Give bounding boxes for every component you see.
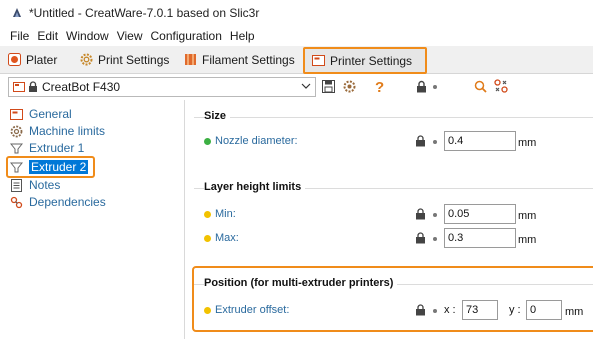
tree-item-label: Extruder 2 xyxy=(29,160,89,174)
tab-printer-settings-label: Printer Settings xyxy=(330,53,413,68)
bullet-icon[interactable] xyxy=(433,140,437,144)
app-logo-icon xyxy=(13,8,21,17)
compare-presets-icon[interactable] xyxy=(494,79,508,93)
menu-view[interactable]: View xyxy=(113,29,147,43)
status-dot xyxy=(204,137,211,145)
preset-toolbar: CreatBot F430 ? xyxy=(0,74,593,100)
tree-item-label: Dependencies xyxy=(29,195,106,209)
tab-print-settings[interactable]: Print Settings xyxy=(80,46,169,73)
save-icon[interactable] xyxy=(322,80,335,93)
menu-edit[interactable]: Edit xyxy=(33,29,62,43)
tree-item-extruder-1[interactable]: Extruder 1 xyxy=(10,140,84,156)
menu-help[interactable]: Help xyxy=(226,29,259,43)
menu-configuration[interactable]: Configuration xyxy=(147,29,226,43)
highlight-frame xyxy=(192,266,593,332)
search-icon[interactable] xyxy=(474,80,487,93)
status-dot xyxy=(204,210,211,218)
bullet-icon[interactable] xyxy=(433,213,437,217)
tab-plater-label: Plater xyxy=(26,52,58,67)
notes-icon xyxy=(11,178,22,192)
group-title: Layer height limits xyxy=(204,181,306,193)
bullet-icon[interactable] xyxy=(433,237,437,241)
printer-preset-dropdown[interactable]: CreatBot F430 xyxy=(8,77,316,97)
tree-item-label: General xyxy=(29,107,72,121)
menu-file[interactable]: File xyxy=(0,29,33,43)
lock-icon[interactable] xyxy=(416,80,427,93)
min-layer-height-input[interactable]: 0.05 xyxy=(444,204,516,224)
option-max-layer-height: Max: xyxy=(204,228,239,248)
option-label[interactable]: Min: xyxy=(215,208,236,220)
tree-item-label: Notes xyxy=(29,178,61,192)
preset-name: CreatBot F430 xyxy=(42,80,121,94)
unit-label: mm xyxy=(518,137,537,149)
group-title: Size xyxy=(204,110,231,122)
funnel-icon xyxy=(10,162,23,172)
max-layer-height-input[interactable]: 0.3 xyxy=(444,228,516,248)
filament-spool-icon xyxy=(185,54,196,65)
option-min-layer-height: Min: xyxy=(204,204,236,224)
tree-item-label: Extruder 1 xyxy=(29,141,85,155)
option-label[interactable]: Nozzle diameter: xyxy=(215,135,298,147)
settings-page-tree: General Machine limits Extruder 1 Extrud… xyxy=(0,100,185,339)
option-nozzle-diameter: Nozzle diameter: xyxy=(204,131,298,151)
tree-item-general[interactable]: General xyxy=(10,106,72,122)
tab-printer-settings[interactable]: Printer Settings xyxy=(303,47,427,74)
plater-icon xyxy=(8,53,21,66)
group-layer-height-limits: Layer height limits xyxy=(194,181,593,258)
bullet-icon[interactable] xyxy=(433,85,437,89)
lock-icon[interactable] xyxy=(415,232,426,244)
menu-bar: File Edit Window View Configuration Help xyxy=(0,26,593,46)
tree-item-dependencies[interactable]: Dependencies xyxy=(10,194,106,210)
printer-icon xyxy=(10,108,23,120)
funnel-icon xyxy=(10,143,23,153)
gear-icon xyxy=(10,125,23,137)
option-label[interactable]: Max: xyxy=(215,232,239,244)
question-icon[interactable]: ? xyxy=(374,79,385,94)
tab-bar: Plater Print Settings Filament Settings … xyxy=(0,46,593,74)
tab-plater[interactable]: Plater xyxy=(8,46,57,73)
status-dot xyxy=(204,234,211,242)
printer-icon xyxy=(312,55,325,66)
chevron-down-icon[interactable] xyxy=(301,81,311,91)
unit-label: mm xyxy=(518,210,537,222)
lock-icon xyxy=(29,81,37,92)
title-bar: *Untitled - CreatWare-7.0.1 based on Sli… xyxy=(0,0,593,26)
lock-icon[interactable] xyxy=(415,135,426,147)
tree-item-notes[interactable]: Notes xyxy=(10,177,60,193)
unit-label: mm xyxy=(518,234,537,246)
printer-icon xyxy=(13,82,25,92)
tab-print-settings-label: Print Settings xyxy=(98,52,170,67)
tab-filament-settings[interactable]: Filament Settings xyxy=(184,46,295,73)
tree-item-label: Machine limits xyxy=(29,124,106,138)
menu-window[interactable]: Window xyxy=(62,29,113,43)
lock-icon[interactable] xyxy=(415,208,426,220)
delete-preset-icon[interactable] xyxy=(343,80,356,93)
tab-filament-settings-label: Filament Settings xyxy=(202,52,295,67)
nozzle-diameter-input[interactable]: 0.4 xyxy=(444,131,516,151)
gear-icon xyxy=(80,53,93,66)
dependencies-icon xyxy=(10,196,23,208)
window-title: *Untitled - CreatWare-7.0.1 based on Sli… xyxy=(29,6,260,20)
tree-item-machine-limits[interactable]: Machine limits xyxy=(10,123,105,139)
tree-item-extruder-2[interactable]: Extruder 2 xyxy=(6,156,95,178)
svg-text:?: ? xyxy=(375,79,384,94)
